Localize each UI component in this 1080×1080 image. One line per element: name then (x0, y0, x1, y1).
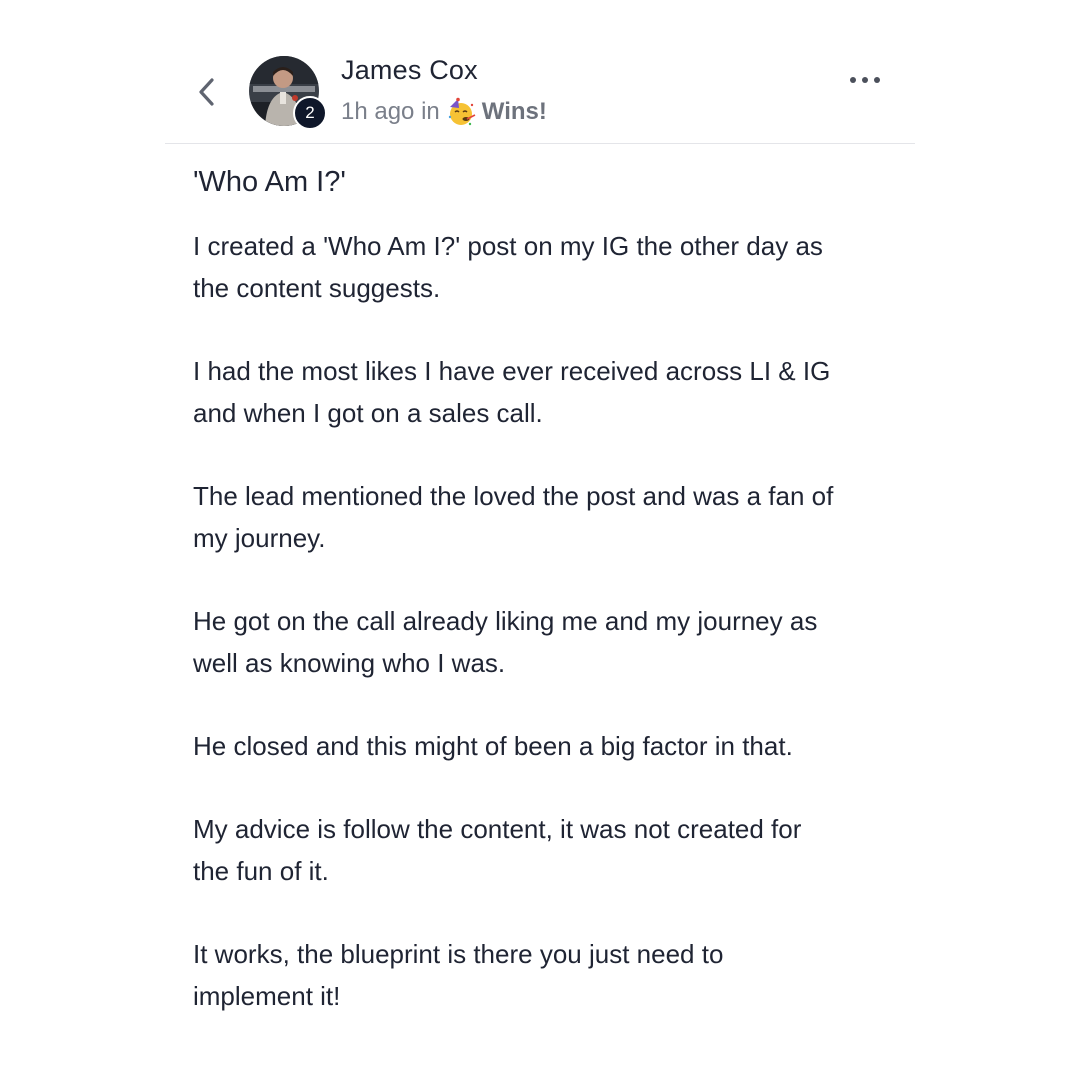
post-paragraph: It works, the blueprint is there you jus… (193, 939, 724, 1011)
author-name[interactable]: James Cox (341, 55, 478, 86)
more-horizontal-icon (850, 77, 880, 83)
post-paragraph: He got on the call already liking me and… (193, 606, 818, 678)
post-paragraph: I had the most likes I have ever receive… (193, 356, 831, 428)
post-paragraph: He closed and this might of been a big f… (193, 731, 793, 761)
category-link[interactable]: Wins! (482, 98, 547, 126)
time-ago: 1h ago in (341, 98, 440, 125)
post-header: 2 James Cox 1h ago in Wins! (165, 0, 915, 144)
chevron-left-icon (199, 78, 214, 106)
partying-face-emoji-icon (446, 97, 476, 127)
post-title: 'Who Am I?' (193, 166, 346, 198)
more-options-button[interactable] (847, 70, 883, 90)
post-meta: 1h ago in Wins! (341, 97, 547, 127)
post-paragraph: I created a 'Who Am I?' post on my IG th… (193, 231, 823, 303)
post-paragraph: The lead mentioned the loved the post an… (193, 481, 834, 553)
level-badge: 2 (293, 96, 327, 130)
post-card: 2 James Cox 1h ago in Wins! 'Who Am I?' … (165, 0, 915, 1080)
back-button[interactable] (193, 74, 223, 110)
post-paragraph: My advice is follow the content, it was … (193, 814, 802, 886)
post-body: I created a 'Who Am I?' post on my IG th… (193, 225, 893, 1058)
